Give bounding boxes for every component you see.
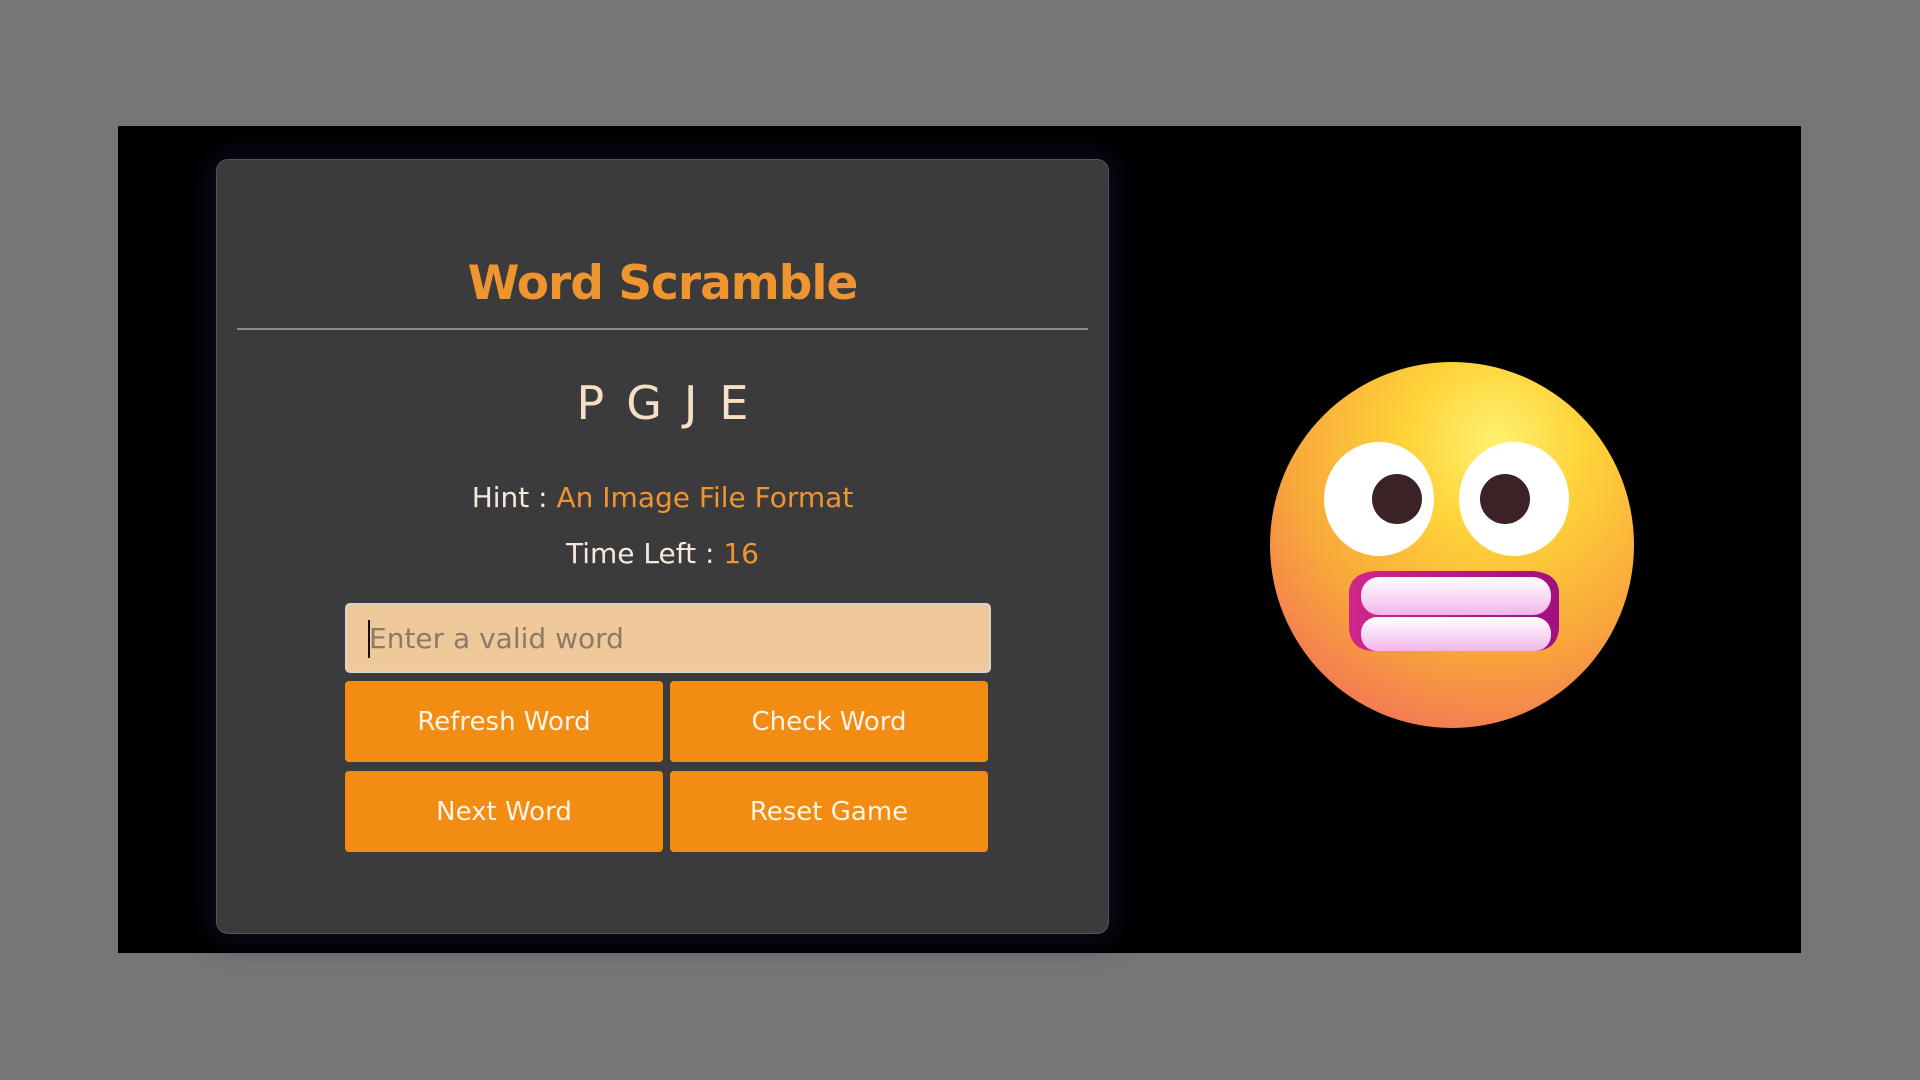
emoji-upper-teeth [1361, 577, 1551, 615]
refresh-word-button[interactable]: Refresh Word [345, 681, 663, 762]
emoji-left-pupil [1372, 474, 1422, 524]
scrambled-word: PGJE [576, 376, 771, 430]
game-title: Word Scramble [467, 256, 859, 311]
game-stage: Word Scramble PGJE Hint : An Image File … [118, 126, 1801, 953]
emoji-right-pupil [1480, 474, 1530, 524]
hint-value: An Image File Format [556, 481, 854, 514]
time-left-value: 16 [723, 537, 759, 570]
emoji-face [1270, 362, 1634, 728]
game-card: Word Scramble PGJE Hint : An Image File … [216, 159, 1109, 934]
time-left-line: Time Left : 16 [217, 540, 1108, 568]
hint-label: Hint : [471, 481, 557, 514]
title-divider [237, 328, 1088, 330]
grimacing-face-icon [1270, 362, 1634, 728]
text-caret [368, 620, 370, 658]
emoji-lower-teeth [1361, 617, 1551, 651]
hint-line: Hint : An Image File Format [217, 484, 1108, 512]
reset-game-button[interactable]: Reset Game [670, 771, 988, 852]
next-word-button[interactable]: Next Word [345, 771, 663, 852]
check-word-button[interactable]: Check Word [670, 681, 988, 762]
time-left-label: Time Left : [566, 537, 724, 570]
word-input[interactable] [345, 603, 991, 673]
